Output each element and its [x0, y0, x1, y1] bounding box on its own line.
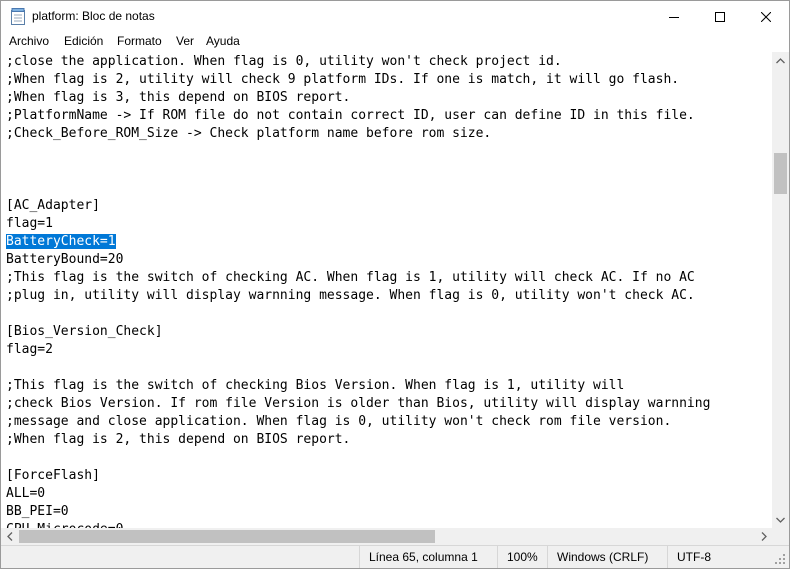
editor-line[interactable] — [6, 161, 710, 179]
menu-ver[interactable]: Ver — [175, 34, 195, 48]
editor-line[interactable]: ALL=0 — [6, 485, 710, 503]
editor-line[interactable]: ;When flag is 2, utility will check 9 pl… — [6, 71, 710, 89]
line-text: ;PlatformName -> If ROM file do not cont… — [6, 108, 695, 123]
status-line-ending: Windows (CRLF) — [547, 546, 667, 568]
horizontal-scroll-thumb[interactable] — [19, 530, 435, 543]
menu-edicion[interactable]: Edición — [63, 34, 104, 48]
chevron-left-icon — [6, 532, 12, 541]
scrollbar-corner — [772, 528, 789, 545]
vertical-scroll-thumb[interactable] — [774, 153, 787, 194]
chevron-right-icon — [761, 532, 767, 541]
status-zoom: 100% — [497, 546, 547, 568]
line-text: ;close the application. When flag is 0, … — [6, 54, 562, 69]
line-text: ;Check_Before_ROM_Size -> Check platform… — [6, 126, 492, 141]
notepad-icon — [11, 8, 25, 25]
editor-line[interactable]: ;message and close application. When fla… — [6, 413, 710, 431]
minimize-button[interactable] — [651, 1, 697, 32]
menu-archivo[interactable]: Archivo — [8, 34, 50, 48]
editor-line[interactable]: ;This flag is the switch of checking AC.… — [6, 269, 710, 287]
maximize-button[interactable] — [697, 1, 743, 32]
editor-text[interactable]: ;close the application. When flag is 0, … — [6, 53, 710, 528]
notepad-window: platform: Bloc de notas Archivo Edición … — [0, 0, 790, 569]
editor-line[interactable]: [ForceFlash] — [6, 467, 710, 485]
line-text: ALL=0 — [6, 486, 46, 501]
menu-ayuda[interactable]: Ayuda — [205, 34, 241, 48]
editor-line[interactable]: flag=1 — [6, 215, 710, 233]
editor-line[interactable]: ;PlatformName -> If ROM file do not cont… — [6, 107, 710, 125]
resize-grip-icon[interactable] — [773, 552, 787, 566]
chevron-up-icon — [776, 57, 785, 63]
minimize-icon — [669, 16, 679, 18]
line-text: [AC_Adapter] — [6, 198, 100, 213]
status-encoding: UTF-8 — [667, 546, 771, 568]
editor-line[interactable] — [6, 305, 710, 323]
line-text: flag=1 — [6, 216, 53, 231]
scroll-right-button[interactable] — [755, 528, 772, 545]
menu-bar: Archivo Edición Formato Ver Ayuda — [1, 32, 789, 52]
line-text: ;When flag is 2, utility will check 9 pl… — [6, 72, 680, 87]
line-text: ;message and close application. When fla… — [6, 414, 672, 429]
chevron-down-icon — [776, 517, 785, 523]
title-bar[interactable]: platform: Bloc de notas — [1, 1, 789, 32]
editor-line[interactable]: ;Check_Before_ROM_Size -> Check platform… — [6, 125, 710, 143]
editor-line[interactable]: ;When flag is 3, this depend on BIOS rep… — [6, 89, 710, 107]
line-text: ;When flag is 2, this depend on BIOS rep… — [6, 432, 351, 447]
line-text: ;check Bios Version. If rom file Version… — [6, 396, 711, 411]
status-bar: Línea 65, columna 1 100% Windows (CRLF) … — [1, 545, 789, 568]
text-editor[interactable]: ;close the application. When flag is 0, … — [1, 52, 772, 528]
editor-line[interactable] — [6, 179, 710, 197]
line-text: ;This flag is the switch of checking Bio… — [6, 378, 625, 393]
scroll-left-button[interactable] — [1, 528, 18, 545]
editor-line[interactable] — [6, 359, 710, 377]
line-text: ;This flag is the switch of checking AC.… — [6, 270, 695, 285]
editor-line[interactable]: ;plug in, utility will display warnning … — [6, 287, 710, 305]
editor-line[interactable]: BB_PEI=0 — [6, 503, 710, 521]
editor-line[interactable]: flag=2 — [6, 341, 710, 359]
window-title: platform: Bloc de notas — [32, 9, 155, 23]
menu-formato[interactable]: Formato — [116, 34, 163, 48]
maximize-icon — [715, 11, 725, 22]
horizontal-scrollbar[interactable] — [1, 528, 772, 545]
selected-text: BatteryCheck=1 — [6, 234, 116, 249]
status-cursor-position: Línea 65, columna 1 — [359, 546, 497, 568]
vertical-scrollbar[interactable] — [772, 52, 789, 528]
editor-line[interactable] — [6, 143, 710, 161]
close-button[interactable] — [743, 1, 789, 32]
editor-line[interactable]: BatteryBound=20 — [6, 251, 710, 269]
editor-line[interactable] — [6, 449, 710, 467]
line-text: [Bios_Version_Check] — [6, 324, 163, 339]
scroll-up-button[interactable] — [772, 52, 789, 69]
line-text: ;plug in, utility will display warnning … — [6, 288, 695, 303]
line-text: ;When flag is 3, this depend on BIOS rep… — [6, 90, 351, 105]
editor-line[interactable]: [AC_Adapter] — [6, 197, 710, 215]
line-text: BatteryBound=20 — [6, 252, 124, 267]
editor-line[interactable]: [Bios_Version_Check] — [6, 323, 710, 341]
line-text: BB_PEI=0 — [6, 504, 69, 519]
editor-line[interactable]: BatteryCheck=1 — [6, 233, 710, 251]
editor-line[interactable]: CPU_Microcode=0 — [6, 521, 710, 528]
editor-line[interactable]: ;check Bios Version. If rom file Version… — [6, 395, 710, 413]
scroll-down-button[interactable] — [772, 511, 789, 528]
editor-line[interactable]: ;close the application. When flag is 0, … — [6, 53, 710, 71]
editor-line[interactable]: ;When flag is 2, this depend on BIOS rep… — [6, 431, 710, 449]
editor-line[interactable]: ;This flag is the switch of checking Bio… — [6, 377, 710, 395]
line-text: [ForceFlash] — [6, 468, 100, 483]
line-text: flag=2 — [6, 342, 53, 357]
close-icon — [761, 11, 771, 22]
